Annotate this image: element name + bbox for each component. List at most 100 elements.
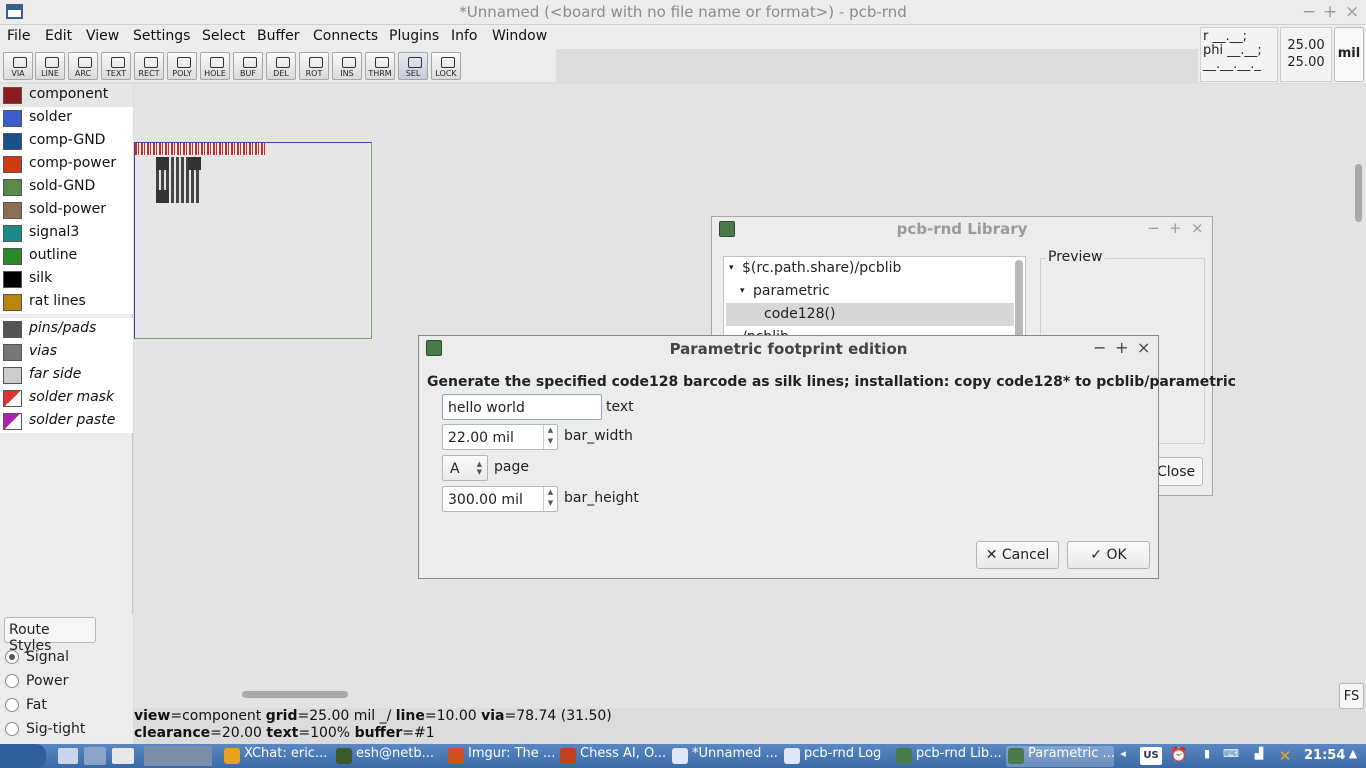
taskbar-task[interactable]: Chess AI, O...	[558, 746, 666, 767]
app-window-icon[interactable]	[6, 4, 23, 19]
file-manager-icon[interactable]	[84, 747, 106, 765]
layer-sold-power[interactable]: sold-power	[0, 199, 133, 222]
layer-solder-mask[interactable]: solder mask	[0, 387, 133, 410]
layer-color-swatch[interactable]	[3, 367, 22, 384]
rotate-tool-button[interactable]: ROT	[299, 52, 329, 80]
layer-color-swatch[interactable]	[3, 413, 22, 430]
menu-settings[interactable]: Settings	[133, 28, 190, 44]
library-maximize-icon[interactable]: +	[1169, 219, 1182, 237]
menu-edit[interactable]: Edit	[45, 28, 72, 44]
layer-color-swatch[interactable]	[3, 225, 22, 242]
maximize-icon[interactable]: +	[1323, 2, 1337, 22]
xchat-tray-icon[interactable]: ✕	[1276, 747, 1294, 765]
library-tree-scrollbar[interactable]	[1015, 260, 1023, 340]
layer-color-swatch[interactable]	[3, 202, 22, 219]
spin-arrows-icon[interactable]: ▲ ▼	[543, 487, 557, 511]
menu-file[interactable]: File	[7, 28, 30, 44]
taskbar-task[interactable]: Parametric ...	[1006, 746, 1115, 767]
rect-tool-button[interactable]: RECT	[134, 52, 164, 80]
layer-color-swatch[interactable]	[3, 271, 22, 288]
thermal-tool-button[interactable]: THRM	[365, 52, 395, 80]
buffer-tool-button[interactable]: BUF	[233, 52, 263, 80]
library-close-icon[interactable]: ×	[1191, 219, 1204, 237]
taskbar-task[interactable]: pcb-rnd Log	[782, 746, 890, 767]
menu-select[interactable]: Select	[202, 28, 245, 44]
route-style-radio[interactable]	[5, 698, 19, 712]
bar-width-spinbox[interactable]: 22.00 mil ▲ ▼	[442, 424, 558, 450]
taskbar-task[interactable]: XChat: eric...	[222, 746, 330, 767]
layer-color-swatch[interactable]	[3, 133, 22, 150]
route-style-label[interactable]: Power	[26, 673, 68, 689]
layer-color-swatch[interactable]	[3, 248, 22, 265]
dialog-close-icon[interactable]: ×	[1137, 338, 1150, 357]
route-style-radio[interactable]	[5, 722, 19, 736]
library-minimize-icon[interactable]: −	[1147, 219, 1160, 237]
show-desktop-icon[interactable]	[58, 748, 78, 764]
taskbar-task[interactable]: pcb-rnd Lib...	[894, 746, 1002, 767]
page-select[interactable]: A ▲ ▼	[442, 455, 488, 481]
route-style-radio[interactable]	[5, 650, 19, 664]
layer-color-swatch[interactable]	[3, 294, 22, 311]
terminal-launcher-icon[interactable]	[112, 748, 134, 764]
select-tool-button[interactable]: SEL	[398, 52, 428, 80]
menu-plugins[interactable]: Plugins	[389, 28, 439, 44]
layer-solder-paste[interactable]: solder paste	[0, 410, 133, 433]
keyboard-icon[interactable]: ⌨	[1222, 747, 1240, 765]
text-input[interactable]: hello world	[442, 394, 602, 420]
route-styles-button[interactable]: Route Styles	[4, 617, 96, 654]
bar-height-spinbox[interactable]: 300.00 mil ▲ ▼	[442, 486, 558, 512]
volume-icon[interactable]: ◂	[1114, 747, 1132, 765]
menu-buffer[interactable]: Buffer	[257, 28, 300, 44]
route-style-label[interactable]: Signal	[26, 649, 69, 665]
hole-tool-button[interactable]: HOLE	[200, 52, 230, 80]
route-style-radio[interactable]	[5, 674, 19, 688]
insert-tool-button[interactable]: INS	[332, 52, 362, 80]
route-style-label[interactable]: Fat	[26, 697, 47, 713]
layer-color-swatch[interactable]	[3, 110, 22, 127]
tree-item-parametric[interactable]: parametric	[753, 283, 830, 299]
layer-silk[interactable]: silk	[0, 268, 133, 291]
ok-button[interactable]: ✓ OK	[1067, 541, 1150, 569]
layer-comp-gnd[interactable]: comp-GND	[0, 130, 133, 153]
network-signal-icon[interactable]: ▟	[1250, 747, 1268, 765]
route-style-label[interactable]: Sig-tight	[26, 721, 85, 737]
layer-comp-power[interactable]: comp-power	[0, 153, 133, 176]
arc-tool-button[interactable]: ARC	[68, 52, 98, 80]
dialog-maximize-icon[interactable]: +	[1115, 338, 1128, 357]
menu-window[interactable]: Window	[492, 28, 547, 44]
battery-icon[interactable]: ▮	[1198, 747, 1216, 765]
tree-item-pcblib[interactable]: $(rc.path.share)/pcblib	[742, 260, 901, 276]
horizontal-scroll-thumb[interactable]	[242, 691, 348, 698]
alarm-clock-icon[interactable]: ⏰	[1170, 747, 1188, 765]
notification-icon[interactable]: ▲	[1344, 747, 1362, 765]
layer-sold-gnd[interactable]: sold-GND	[0, 176, 133, 199]
layer-color-swatch[interactable]	[3, 321, 22, 338]
line-tool-button[interactable]: LINE	[35, 52, 65, 80]
poly-tool-button[interactable]: POLY	[167, 52, 197, 80]
layer-color-swatch[interactable]	[3, 87, 22, 104]
tree-expand-icon[interactable]: ▾	[729, 263, 734, 273]
layer-rat-lines[interactable]: rat lines	[0, 291, 133, 314]
minimize-icon[interactable]: −	[1302, 2, 1316, 22]
close-icon[interactable]: ×	[1345, 2, 1359, 22]
layer-pins-pads[interactable]: pins/pads	[0, 318, 133, 341]
taskbar-task[interactable]: *Unnamed ...	[670, 746, 778, 767]
text-tool-button[interactable]: TEXT	[101, 52, 131, 80]
fullscreen-button[interactable]: FS	[1339, 683, 1364, 709]
layer-signal3[interactable]: signal3	[0, 222, 133, 245]
menu-connects[interactable]: Connects	[313, 28, 378, 44]
layer-solder[interactable]: solder	[0, 107, 133, 130]
layer-color-swatch[interactable]	[3, 179, 22, 196]
layer-color-swatch[interactable]	[3, 156, 22, 173]
taskbar-task[interactable]: Imgur: The ...	[446, 746, 555, 767]
dialog-minimize-icon[interactable]: −	[1093, 338, 1106, 357]
units-toggle-button[interactable]: mil	[1334, 27, 1364, 82]
layer-outline[interactable]: outline	[0, 245, 133, 268]
tree-expand-icon[interactable]: ▾	[740, 286, 745, 296]
tree-item-code128[interactable]: code128()	[764, 306, 835, 322]
layer-color-swatch[interactable]	[3, 390, 22, 407]
start-menu-icon[interactable]	[0, 744, 46, 768]
layer-vias[interactable]: vias	[0, 341, 133, 364]
spin-arrows-icon[interactable]: ▲ ▼	[543, 425, 557, 449]
vertical-scroll-thumb[interactable]	[1355, 164, 1362, 222]
